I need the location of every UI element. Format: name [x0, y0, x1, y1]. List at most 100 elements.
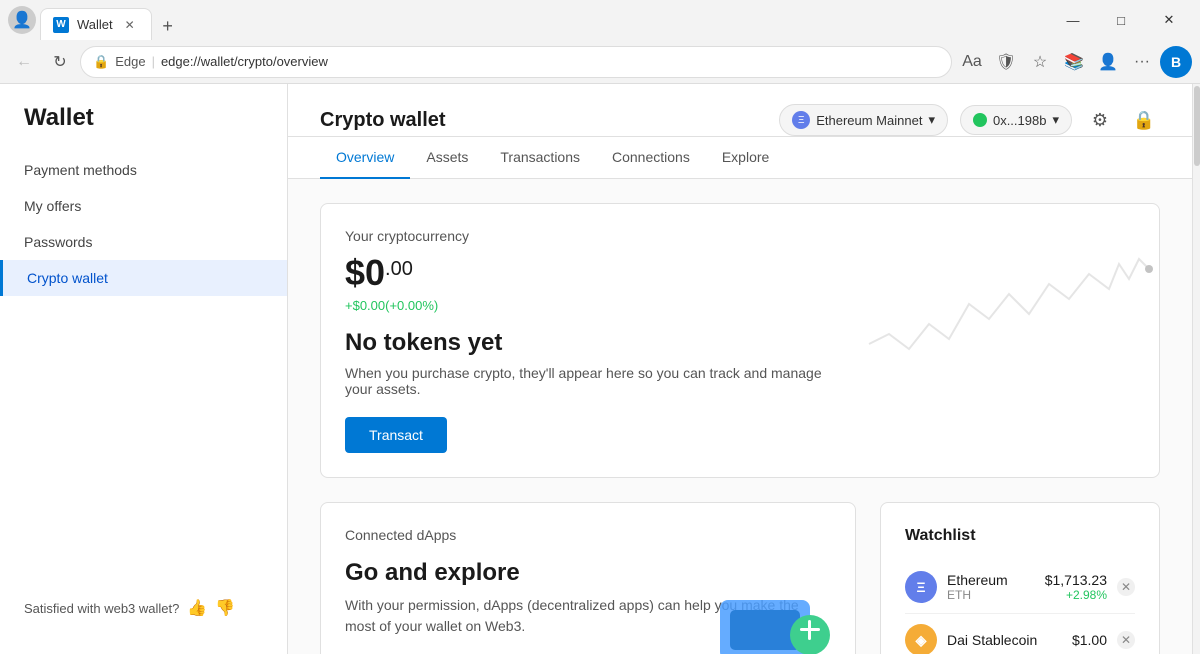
url-separator: | [152, 54, 155, 69]
wallet-page-title: Crypto wallet [320, 109, 446, 132]
dapps-section-label: Connected dApps [345, 527, 831, 543]
dai-coin-info: Dai Stablecoin [947, 632, 1062, 648]
eth-coin-info: Ethereum ETH [947, 572, 1035, 602]
dai-coin-icon: ◈ [905, 624, 937, 654]
thumbdown-icon[interactable]: 👎 [215, 598, 235, 618]
no-tokens-desc: When you purchase crypto, they'll appear… [345, 365, 825, 397]
sidebar-title: Wallet [0, 104, 287, 152]
eth-remove-button[interactable]: ✕ [1117, 578, 1135, 596]
dapps-card: Connected dApps Go and explore With your… [320, 502, 856, 654]
watchlist-title: Watchlist [905, 527, 1135, 545]
tab-strip: W Wallet ✕ + [40, 0, 1046, 40]
dai-price: $1.00 [1072, 632, 1107, 648]
profile-icon[interactable]: 👤 [1092, 46, 1124, 78]
sidebar-footer: Satisfied with web3 wallet? 👍 👎 [0, 582, 287, 634]
sidebar: Wallet Payment methods My offers Passwor… [0, 84, 288, 654]
sidebar-item-passwords[interactable]: Passwords [0, 224, 287, 260]
profile-icon: 👤 [12, 10, 32, 30]
eth-network-icon: Ξ [792, 111, 810, 129]
tab-close-button[interactable]: ✕ [121, 16, 139, 34]
scrollbar[interactable] [1192, 84, 1200, 654]
transact-button[interactable]: Transact [345, 417, 447, 453]
address-bar: ← ↻ 🔒 Edge | edge://wallet/crypto/overvi… [0, 40, 1200, 84]
sidebar-item-my-offers[interactable]: My offers [0, 188, 287, 224]
tab-connections[interactable]: Connections [596, 137, 706, 179]
eth-price-value: $1,713.23 [1045, 572, 1107, 588]
network-selector[interactable]: Ξ Ethereum Mainnet ▾ [779, 104, 948, 136]
tab-overview[interactable]: Overview [320, 137, 410, 179]
passwords-label: Passwords [24, 234, 92, 250]
bing-button[interactable]: B [1160, 46, 1192, 78]
crypto-wallet-label: Crypto wallet [27, 270, 108, 286]
tracking-icon[interactable]: 🛡 [990, 46, 1022, 78]
feedback-label: Satisfied with web3 wallet? [24, 601, 179, 616]
favorites-icon[interactable]: ☆ [1024, 46, 1056, 78]
address-label: 0x...198b [993, 113, 1047, 128]
explore-title: Go and explore [345, 559, 831, 587]
scrollbar-thumb[interactable] [1194, 86, 1200, 166]
tab-favicon: W [53, 17, 69, 33]
content-inner: Crypto wallet Ξ Ethereum Mainnet ▾ 0x...… [288, 84, 1192, 654]
tab-transactions[interactable]: Transactions [484, 137, 596, 179]
bing-label: B [1171, 54, 1181, 70]
wallet-tab[interactable]: W Wallet ✕ [40, 8, 152, 40]
address-status-dot [973, 113, 987, 127]
close-button[interactable]: ✕ [1146, 4, 1192, 36]
profile-button[interactable]: 👤 [8, 6, 36, 34]
tab-explore[interactable]: Explore [706, 137, 785, 179]
back-button[interactable]: ← [8, 46, 40, 78]
collections-icon[interactable]: 📚 [1058, 46, 1090, 78]
window-controls: — □ ✕ [1050, 4, 1192, 36]
address-selector[interactable]: 0x...198b ▾ [960, 105, 1072, 135]
refresh-button[interactable]: ↻ [44, 46, 76, 78]
lock-icon: 🔒 [1133, 110, 1155, 131]
crypto-value-main: $0 [345, 252, 385, 294]
content-area: Crypto wallet Ξ Ethereum Mainnet ▾ 0x...… [288, 84, 1192, 654]
network-label: Ethereum Mainnet [816, 113, 922, 128]
main-layout: Wallet Payment methods My offers Passwor… [0, 84, 1200, 654]
crypto-value-decimal: .00 [385, 258, 413, 281]
eth-symbol: ETH [947, 588, 1035, 602]
refresh-icon: ↻ [53, 52, 66, 72]
tab-assets[interactable]: Assets [410, 137, 484, 179]
title-bar: 👤 W Wallet ✕ + — □ ✕ [0, 0, 1200, 40]
more-icon[interactable]: ··· [1126, 46, 1158, 78]
payment-methods-label: Payment methods [24, 162, 137, 178]
settings-button[interactable]: ⚙ [1084, 104, 1116, 136]
minimize-button[interactable]: — [1050, 4, 1096, 36]
dai-price-value: $1.00 [1072, 632, 1107, 648]
network-dropdown-icon: ▾ [928, 112, 935, 128]
watchlist-item-dai: ◈ Dai Stablecoin $1.00 ✕ [905, 614, 1135, 654]
maximize-button[interactable]: □ [1098, 4, 1144, 36]
watchlist-item-eth: Ξ Ethereum ETH $1,713.23 +2.98% ✕ [905, 561, 1135, 614]
dai-remove-button[interactable]: ✕ [1117, 631, 1135, 649]
crypto-chart [859, 204, 1159, 384]
lock-icon: 🔒 [93, 54, 109, 70]
bottom-grid: Connected dApps Go and explore With your… [320, 502, 1160, 654]
sidebar-item-payment-methods[interactable]: Payment methods [0, 152, 287, 188]
settings-icon: ⚙ [1092, 110, 1108, 131]
thumbup-icon[interactable]: 👍 [187, 598, 207, 618]
new-tab-button[interactable]: + [154, 12, 182, 40]
wallet-header: Crypto wallet Ξ Ethereum Mainnet ▾ 0x...… [288, 84, 1192, 137]
lock-button[interactable]: 🔒 [1128, 104, 1160, 136]
sidebar-item-crypto-wallet[interactable]: Crypto wallet [0, 260, 287, 296]
edge-label: Edge [115, 54, 145, 69]
crypto-value-card: Your cryptocurrency $0 .00 +$0.00(+0.00%… [320, 203, 1160, 478]
url-text: edge://wallet/crypto/overview [161, 54, 328, 69]
wallet-header-right: Ξ Ethereum Mainnet ▾ 0x...198b ▾ ⚙ 🔒 [779, 104, 1160, 136]
tab-label: Wallet [77, 17, 113, 32]
dai-name: Dai Stablecoin [947, 632, 1062, 648]
wallet-nav-tabs: Overview Assets Transactions Connections… [288, 137, 1192, 179]
url-bar[interactable]: 🔒 Edge | edge://wallet/crypto/overview [80, 46, 952, 78]
eth-name: Ethereum [947, 572, 1035, 588]
address-dropdown-icon: ▾ [1052, 112, 1059, 128]
dapps-illustration [715, 590, 835, 654]
back-icon: ← [16, 53, 32, 71]
watchlist-card: Watchlist Ξ Ethereum ETH $1,713.23 +2.98… [880, 502, 1160, 654]
my-offers-label: My offers [24, 198, 81, 214]
overview-content: Your cryptocurrency $0 .00 +$0.00(+0.00%… [288, 179, 1192, 654]
eth-change: +2.98% [1045, 588, 1107, 602]
read-aloud-icon[interactable]: Aa [956, 46, 988, 78]
eth-price: $1,713.23 +2.98% [1045, 572, 1107, 602]
